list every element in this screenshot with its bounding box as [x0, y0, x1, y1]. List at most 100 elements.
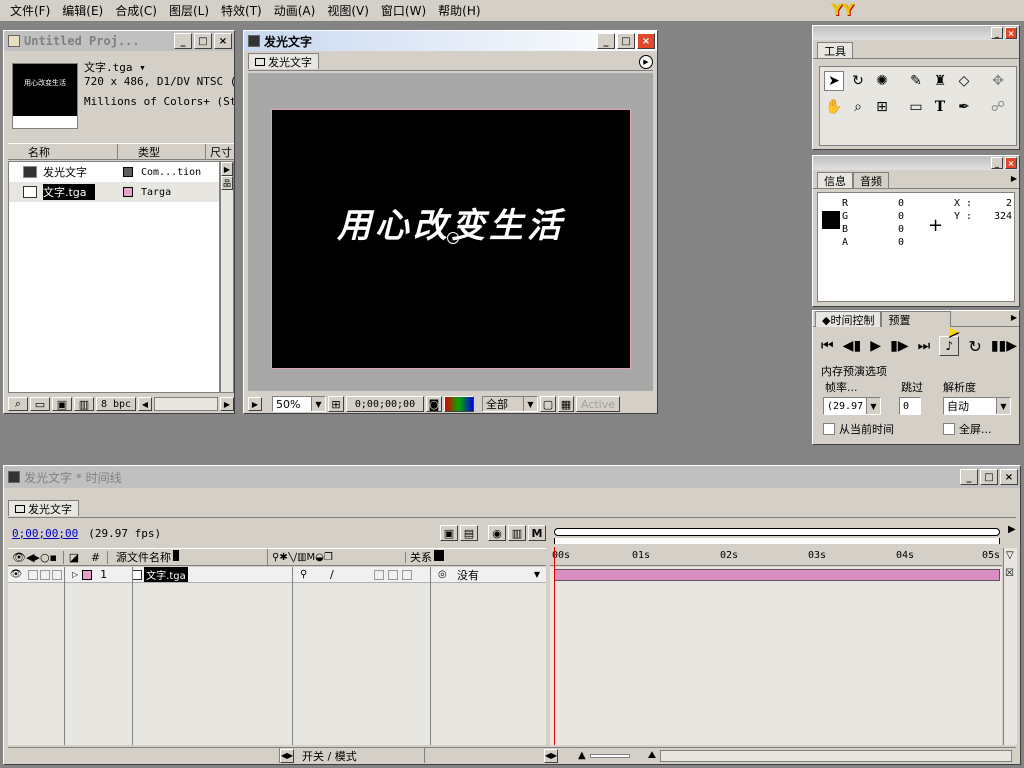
- zoom-slider[interactable]: [589, 753, 630, 758]
- comp-canvas[interactable]: 用心改变生活: [271, 109, 631, 369]
- tab-tools[interactable]: 工具: [817, 42, 853, 58]
- maximize-button[interactable]: □: [980, 469, 998, 485]
- switches-modes-label[interactable]: 开关 / 模式: [294, 748, 424, 764]
- timeline-hscroll[interactable]: [660, 749, 1012, 762]
- resolution-select[interactable]: 全部 ▼: [482, 396, 538, 412]
- anchor-point-icon[interactable]: [447, 232, 459, 244]
- menu-layer[interactable]: 图层(L): [163, 2, 215, 19]
- menu-edit[interactable]: 编辑(E): [56, 2, 109, 19]
- from-current-checkbox-row[interactable]: 从当前时间: [823, 421, 894, 437]
- brush-tool-icon[interactable]: ✎: [906, 71, 926, 91]
- project-scrollbar[interactable]: ▶ 品: [220, 161, 234, 393]
- move-anchor-icon[interactable]: ✥: [988, 71, 1008, 91]
- bpc-button[interactable]: 8 bpc: [96, 397, 136, 411]
- menu-composition[interactable]: 合成(C): [109, 2, 163, 19]
- label-column-icon[interactable]: ◪: [64, 551, 84, 564]
- column-type[interactable]: 类型: [118, 143, 206, 160]
- live-update-icon[interactable]: ▥: [508, 525, 526, 541]
- switch-box-1[interactable]: [374, 569, 384, 580]
- toggle-timeline-icon[interactable]: ◀▶: [544, 748, 558, 763]
- fps-select[interactable]: (29.97 ▼: [823, 397, 881, 415]
- av-features-icon[interactable]: 👁◀▸○▪: [8, 550, 64, 564]
- scroll-right-icon[interactable]: ▶: [221, 162, 233, 176]
- project-item-footage[interactable]: 文字.tga Targa: [9, 182, 219, 202]
- minimize-button[interactable]: _: [991, 157, 1003, 169]
- column-parent[interactable]: 关系: [406, 549, 546, 565]
- eraser-tool-icon[interactable]: ◇: [954, 71, 974, 91]
- menu-file[interactable]: 文件(F): [4, 2, 56, 19]
- show-channel-icon[interactable]: [444, 396, 474, 412]
- parent-select[interactable]: 没有 ▼: [454, 567, 542, 582]
- tab-presets[interactable]: 预置: [881, 311, 952, 327]
- fullscreen-checkbox-row[interactable]: 全屏...: [943, 421, 992, 437]
- timeline-scroll-right-icon[interactable]: ▶: [1008, 524, 1016, 535]
- zoom-in-icon[interactable]: ⛰: [648, 750, 656, 761]
- column-name[interactable]: 名称: [8, 143, 118, 160]
- play-icon[interactable]: ▶: [870, 338, 881, 354]
- snapshot-icon[interactable]: ◙: [426, 396, 442, 412]
- from-current-checkbox[interactable]: [823, 423, 835, 435]
- scroll-right-icon[interactable]: ▶: [220, 397, 234, 411]
- column-source-name[interactable]: 源文件名称: [108, 549, 268, 565]
- expand-triangle-icon[interactable]: ▷: [72, 570, 78, 579]
- track-area[interactable]: [550, 547, 1002, 745]
- find-icon[interactable]: ⌕: [8, 397, 28, 411]
- loop-icon[interactable]: ↻: [968, 337, 981, 356]
- horizontal-scrollbar[interactable]: [154, 397, 218, 411]
- zoom-select[interactable]: 50% ▼: [272, 396, 326, 412]
- project-item-composition[interactable]: 发光文字 Com...tion: [9, 162, 219, 182]
- region-of-interest-icon[interactable]: ▢: [540, 396, 556, 412]
- text-tool-icon[interactable]: T: [930, 97, 950, 117]
- mode-m-icon[interactable]: M: [528, 525, 546, 541]
- hierarchy-icon[interactable]: 品: [221, 176, 233, 190]
- zoom-tool-icon[interactable]: ⌕: [848, 97, 868, 117]
- time-ruler[interactable]: 00s 01s 02s 03s 04s 05s: [550, 548, 1002, 566]
- toggle-switches-icon[interactable]: ◀▶: [280, 748, 294, 763]
- lock-toggle[interactable]: [52, 569, 62, 580]
- pan-behind-tool-icon[interactable]: ⊞: [872, 97, 892, 117]
- always-preview-icon[interactable]: ▶: [248, 397, 262, 411]
- panel-menu-icon[interactable]: ▶: [1011, 174, 1017, 183]
- orbit-icon[interactable]: ☍: [988, 97, 1008, 117]
- solo-toggle[interactable]: [40, 569, 50, 580]
- first-frame-icon[interactable]: ⏮: [821, 338, 834, 354]
- scroll-left-icon[interactable]: ◀: [138, 397, 152, 411]
- ram-preview-icon[interactable]: ▮▮▶: [991, 338, 1017, 354]
- minimize-button[interactable]: _: [991, 27, 1003, 39]
- layer-duration-bar[interactable]: [554, 569, 1000, 581]
- folder-icon[interactable]: ▭: [30, 397, 50, 411]
- menu-window[interactable]: 窗口(W): [375, 2, 432, 19]
- close-button[interactable]: ×: [637, 33, 655, 49]
- timecode-button[interactable]: 0;00;00;00: [346, 396, 424, 412]
- camera-orbit-tool-icon[interactable]: ✺: [872, 71, 892, 91]
- trash-icon[interactable]: ▥: [74, 397, 94, 411]
- close-button[interactable]: ×: [214, 33, 232, 49]
- tab-composition[interactable]: 发光文字: [248, 53, 319, 69]
- visibility-icon[interactable]: 👁: [8, 569, 24, 580]
- skip-input[interactable]: 0: [899, 397, 921, 415]
- menu-view[interactable]: 视图(V): [321, 2, 375, 19]
- timeline-timecode[interactable]: 0;00;00;00: [12, 527, 78, 540]
- parent-pickwhip-icon[interactable]: ◎: [438, 569, 447, 580]
- tab-audio[interactable]: 音频: [853, 172, 889, 188]
- switch-box-2[interactable]: [388, 569, 398, 580]
- shy-layers-icon[interactable]: ▣: [440, 525, 458, 541]
- selection-tool-icon[interactable]: ➤: [824, 71, 844, 91]
- previous-frame-icon[interactable]: ◀▮: [843, 338, 861, 354]
- selected-file-name[interactable]: 文字.tga ▾: [84, 61, 234, 75]
- switches-header-icons[interactable]: ⚲✱╲∕▥M◒❐: [268, 551, 406, 563]
- zoom-out-icon[interactable]: ▲: [578, 750, 586, 761]
- maximize-button[interactable]: □: [617, 33, 635, 49]
- maximize-button[interactable]: □: [194, 33, 212, 49]
- next-frame-icon[interactable]: ▮▶: [890, 338, 908, 354]
- current-time-indicator[interactable]: [554, 547, 555, 745]
- work-area-bar[interactable]: [550, 524, 1002, 544]
- frame-blending-icon[interactable]: ▤: [460, 525, 478, 541]
- tab-timeline-comp[interactable]: 发光文字: [8, 500, 79, 516]
- transparency-grid-icon[interactable]: ▦: [558, 396, 574, 412]
- resolution-select[interactable]: 自动 ▼: [943, 397, 1011, 415]
- comp-marker-icon[interactable]: ▽: [1006, 550, 1014, 561]
- column-number[interactable]: #: [84, 550, 108, 564]
- panel-menu-icon[interactable]: ▶: [639, 55, 653, 69]
- layer-row[interactable]: 👁 ▷ 1 文字.tga ⚲ ∕ ◎ 没有 ▼: [8, 567, 546, 583]
